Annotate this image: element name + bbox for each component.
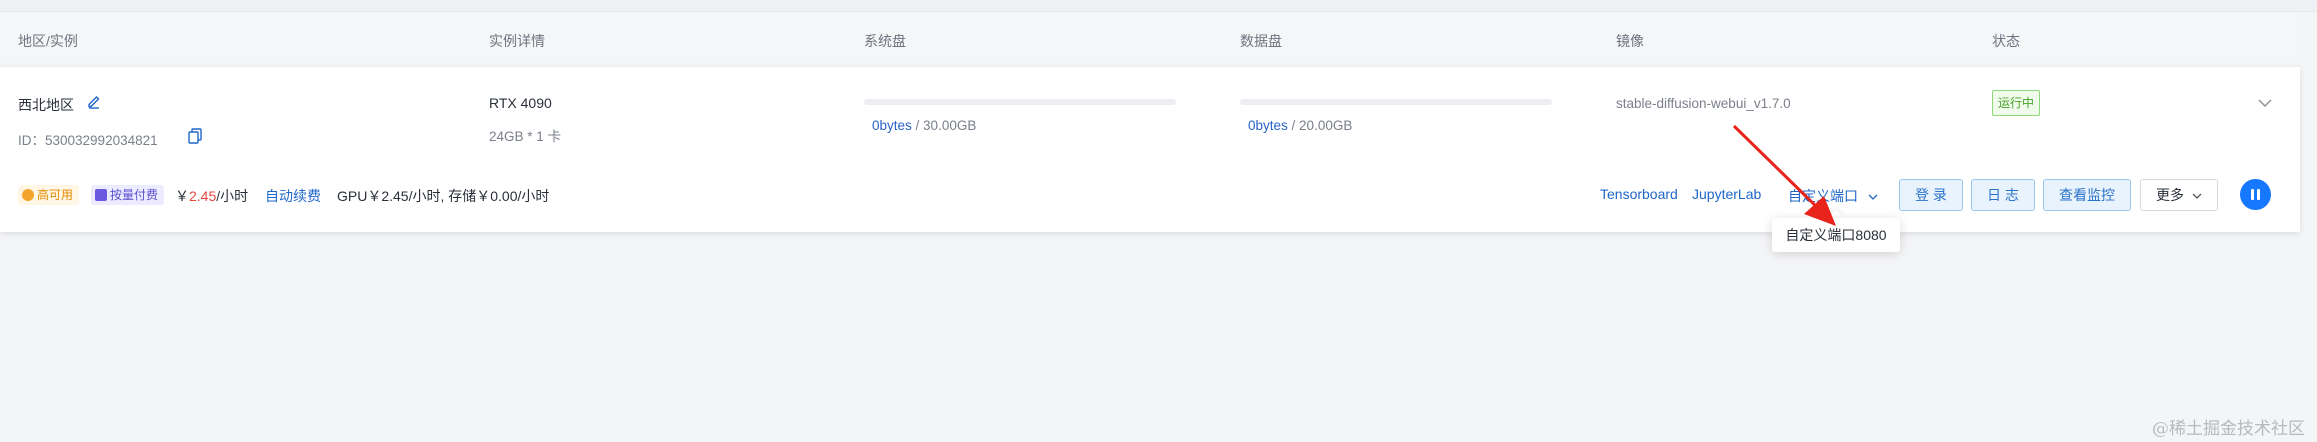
- status-badge: 运行中: [1992, 90, 2041, 116]
- custom-port-label: 自定义端口: [1788, 188, 1858, 204]
- monitor-button[interactable]: 查看监控: [2043, 179, 2131, 211]
- login-button[interactable]: 登 录: [1899, 179, 1963, 211]
- header-region: 地区/实例: [18, 33, 78, 49]
- data-disk-used: 0bytes: [1248, 118, 1288, 133]
- system-disk-used: 0bytes: [872, 118, 912, 133]
- image-name: stable-diffusion-webui_v1.7.0: [1616, 96, 1791, 111]
- system-disk-progress: [864, 99, 1176, 105]
- header-image: 镜像: [1616, 33, 1644, 49]
- top-strip: [0, 0, 2317, 12]
- copy-icon[interactable]: [188, 128, 202, 149]
- header-system-disk: 系统盘: [864, 33, 906, 49]
- data-disk-usage: 0bytes / 20.00GB: [1248, 118, 1352, 133]
- gpu-model: RTX 4090: [489, 95, 552, 111]
- pay-as-you-go-icon: [95, 189, 107, 201]
- edit-icon[interactable]: [86, 93, 102, 114]
- chevron-down-icon[interactable]: [2258, 95, 2272, 113]
- data-disk-total: / 20.00GB: [1291, 118, 1353, 133]
- billing-detail: GPU￥2.45/小时, 存储￥0.00/小时: [337, 188, 550, 204]
- pause-button[interactable]: [2240, 179, 2271, 210]
- header-status: 状态: [1992, 33, 2020, 49]
- custom-port-dropdown[interactable]: 自定义端口: [1788, 186, 1878, 206]
- high-availability-icon: [22, 189, 34, 201]
- price-unit: /小时: [216, 188, 249, 204]
- more-button[interactable]: 更多: [2140, 179, 2218, 211]
- log-button[interactable]: 日 志: [1971, 179, 2035, 211]
- data-disk-progress: [1240, 99, 1552, 105]
- jupyterlab-link[interactable]: JupyterLab: [1692, 186, 1761, 202]
- custom-port-menu-item[interactable]: 自定义端口8080: [1772, 218, 1900, 252]
- region-name: 西北地区: [18, 97, 74, 113]
- instance-id: ID：530032992034821: [18, 133, 158, 148]
- system-disk-total: / 30.00GB: [915, 118, 977, 133]
- chevron-down-icon: [1868, 194, 1878, 200]
- gpu-spec: 24GB * 1 卡: [489, 129, 562, 144]
- auto-renew-link[interactable]: 自动续费: [265, 186, 321, 206]
- header-data-disk: 数据盘: [1240, 33, 1282, 49]
- tensorboard-link[interactable]: Tensorboard: [1600, 186, 1678, 202]
- pay-as-you-go-label: 按量付费: [110, 188, 159, 202]
- pay-as-you-go-tag: 按量付费: [91, 185, 165, 205]
- price: ￥2.45/小时: [175, 186, 248, 206]
- instance-row: 西北地区 ID：530032992034821 RTX 4090 24GB * …: [0, 66, 2300, 232]
- price-prefix: ￥: [175, 188, 189, 204]
- chevron-down-icon: [2192, 193, 2202, 199]
- system-disk-usage: 0bytes / 30.00GB: [872, 118, 976, 133]
- more-label: 更多: [2156, 187, 2185, 203]
- price-value: 2.45: [189, 188, 217, 204]
- table-header: 地区/实例 实例详情 系统盘 数据盘 镜像 状态: [0, 12, 2300, 66]
- pause-icon: [2251, 189, 2254, 200]
- high-availability-tag: 高可用: [18, 185, 80, 205]
- high-availability-label: 高可用: [37, 188, 74, 202]
- header-detail: 实例详情: [489, 33, 545, 49]
- watermark: @稀土掘金技术社区: [2152, 419, 2305, 439]
